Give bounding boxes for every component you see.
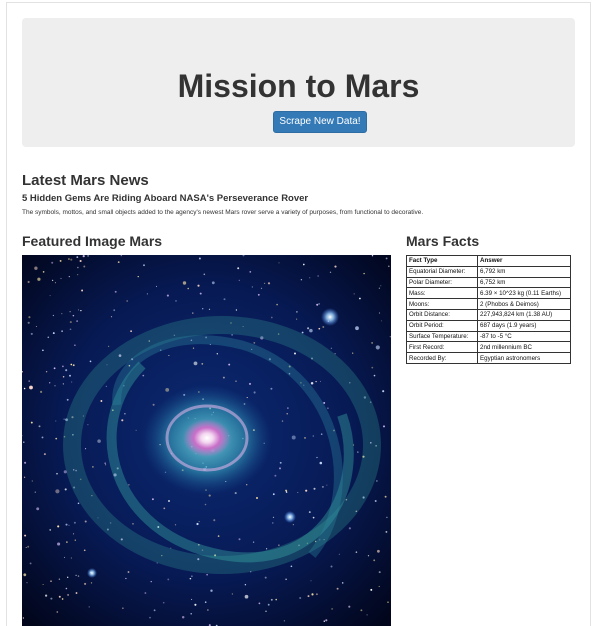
table-row: Surface Temperature: -87 to -5 °C bbox=[406, 330, 571, 343]
column-header: Fact Type bbox=[406, 255, 478, 267]
jumbotron-header: Mission to Mars Scrape New Data! bbox=[22, 18, 575, 147]
table-row: Orbit Period: 687 days (1.9 years) bbox=[406, 319, 571, 332]
featured-image-title: Featured Image Mars bbox=[22, 233, 163, 249]
fact-answer: Egyptian astronomers bbox=[477, 352, 571, 364]
mars-facts-title: Mars Facts bbox=[406, 233, 480, 249]
fact-type: Recorded By: bbox=[406, 352, 478, 364]
fact-type: Equatorial Diameter: bbox=[406, 265, 478, 278]
fact-type: Polar Diameter: bbox=[406, 276, 478, 289]
column-header: Answer bbox=[477, 255, 571, 267]
scrape-new-data-button[interactable]: Scrape New Data! bbox=[273, 111, 367, 133]
fact-answer: 2nd millennium BC bbox=[477, 341, 571, 354]
fact-type: Orbit Distance: bbox=[406, 308, 478, 321]
fact-answer: -87 to -5 °C bbox=[477, 330, 571, 343]
spiral-galaxy-image bbox=[22, 255, 391, 626]
news-section-title: Latest Mars News bbox=[22, 172, 149, 189]
fact-answer: 687 days (1.9 years) bbox=[477, 319, 571, 332]
fact-answer: 227,943,824 km (1.38 AU) bbox=[477, 308, 571, 321]
fact-answer: 6.39 × 10^23 kg (0.11 Earths) bbox=[477, 287, 571, 300]
table-row: Equatorial Diameter: 6,792 km bbox=[406, 265, 571, 278]
featured-image bbox=[22, 255, 391, 626]
table-row: Moons: 2 (Phobos & Deimos) bbox=[406, 298, 571, 310]
fact-type: Moons: bbox=[406, 298, 478, 310]
fact-type: Orbit Period: bbox=[406, 319, 478, 332]
fact-type: Surface Temperature: bbox=[406, 330, 478, 343]
news-teaser: The symbols, mottos, and small objects a… bbox=[22, 209, 424, 216]
table-row: Recorded By: Egyptian astronomers bbox=[406, 352, 571, 364]
table-row: Mass: 6.39 × 10^23 kg (0.11 Earths) bbox=[406, 287, 571, 300]
table-row: First Record: 2nd millennium BC bbox=[406, 341, 571, 354]
fact-type: Mass: bbox=[406, 287, 478, 300]
table-row: Polar Diameter: 6,752 km bbox=[406, 276, 571, 289]
fact-type: First Record: bbox=[406, 341, 478, 354]
fact-answer: 2 (Phobos & Deimos) bbox=[477, 298, 571, 310]
news-headline: 5 Hidden Gems Are Riding Aboard NASA's P… bbox=[22, 193, 309, 204]
fact-answer: 6,792 km bbox=[477, 265, 571, 278]
page-title: Mission to Mars bbox=[177, 68, 420, 104]
table-header-row: Fact Type Answer bbox=[406, 255, 571, 267]
mars-facts-table: Fact Type Answer Equatorial Diameter: 6,7… bbox=[406, 255, 571, 364]
table-row: Orbit Distance: 227,943,824 km (1.38 AU) bbox=[406, 308, 571, 321]
fact-answer: 6,752 km bbox=[477, 276, 571, 289]
